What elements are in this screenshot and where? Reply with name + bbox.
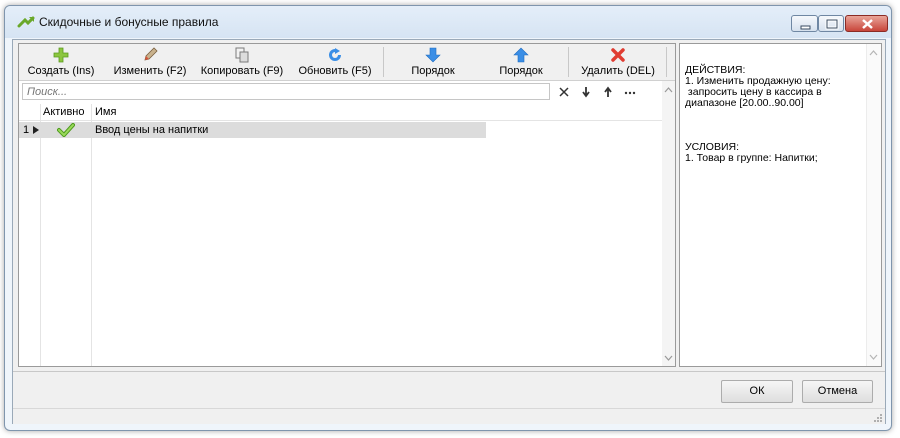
find-next-icon[interactable] <box>579 85 593 99</box>
column-divider <box>40 104 41 366</box>
scroll-down-icon[interactable] <box>867 352 880 362</box>
scroll-up-icon[interactable] <box>867 48 880 58</box>
percent-tag-icon <box>17 16 35 28</box>
delete-x-icon <box>611 48 625 62</box>
close-button[interactable] <box>845 15 888 32</box>
table-row[interactable]: 1 Ввод цены на напитки <box>19 122 486 138</box>
search-bar <box>19 81 662 103</box>
arrow-down-icon <box>425 47 441 63</box>
actions-line: диапазоне [20.00..90.00] <box>685 97 804 109</box>
rules-table: Активно Имя 1 Ввод цены на напитки <box>19 104 662 366</box>
column-divider <box>91 104 92 366</box>
create-label: Создать (Ins) <box>27 65 95 77</box>
minimize-icon <box>800 25 811 30</box>
create-button[interactable]: Создать (Ins) <box>23 46 99 78</box>
refresh-icon <box>329 48 343 61</box>
conditions-line: 1. Товар в группе: Напитки; <box>685 152 818 164</box>
delete-label: Удалить (DEL) <box>581 65 655 77</box>
dialog-window: Скидочные и бонусные правила Создать (In… <box>4 5 892 431</box>
window-title: Скидочные и бонусные правила <box>39 15 219 29</box>
close-icon <box>862 19 873 29</box>
toolbar-separator <box>383 47 384 77</box>
table-scrollbar[interactable] <box>662 81 675 366</box>
details-scrollbar[interactable] <box>866 44 881 366</box>
footer-divider <box>13 371 885 372</box>
find-previous-icon[interactable] <box>601 85 615 99</box>
pencil-icon <box>144 47 158 61</box>
edit-button[interactable]: Изменить (F2) <box>107 46 193 78</box>
header-divider <box>19 120 662 121</box>
refresh-label: Обновить (F5) <box>298 65 372 77</box>
order-down-label: Порядок <box>411 65 455 77</box>
order-down-button[interactable]: Порядок <box>391 46 475 78</box>
title-bar[interactable]: Скидочные и бонусные правила <box>5 6 891 38</box>
rules-panel: Создать (Ins) Изменить (F2) Копировать (… <box>18 43 676 367</box>
toolbar-separator <box>568 47 569 77</box>
minimize-button[interactable] <box>791 15 818 32</box>
resize-grip-icon[interactable] <box>873 413 883 423</box>
toolbar: Создать (Ins) Изменить (F2) Копировать (… <box>19 44 675 81</box>
scroll-down-icon[interactable] <box>662 353 675 363</box>
checkmark-icon[interactable] <box>57 123 75 137</box>
clear-search-icon[interactable] <box>557 85 571 99</box>
refresh-button[interactable]: Обновить (F5) <box>291 46 379 78</box>
ok-button[interactable]: ОК <box>721 380 793 403</box>
rule-details-panel: ДЕЙСТВИЯ: 1. Изменить продажную цену: за… <box>679 43 882 367</box>
row-index: 1 <box>23 124 30 136</box>
row-pointer-icon <box>33 126 39 134</box>
cancel-button[interactable]: Отмена <box>802 380 873 403</box>
column-header-active[interactable]: Активно <box>43 104 85 120</box>
plus-icon <box>53 47 69 63</box>
order-up-label: Порядок <box>499 65 543 77</box>
arrow-up-icon <box>513 47 529 63</box>
dialog-content: Создать (Ins) Изменить (F2) Копировать (… <box>12 39 886 424</box>
row-name: Ввод цены на напитки <box>95 124 209 136</box>
scroll-up-icon[interactable] <box>662 85 675 95</box>
toolbar-separator <box>666 47 667 77</box>
delete-button[interactable]: Удалить (DEL) <box>573 46 663 78</box>
more-options-icon[interactable] <box>623 85 637 99</box>
copy-label: Копировать (F9) <box>200 65 284 77</box>
order-up-button[interactable]: Порядок <box>479 46 563 78</box>
search-input[interactable] <box>22 83 550 100</box>
copy-button[interactable]: Копировать (F9) <box>197 46 287 78</box>
copy-icon <box>235 47 249 63</box>
column-header-name[interactable]: Имя <box>95 104 116 120</box>
status-bar <box>13 408 885 424</box>
maximize-icon <box>825 18 839 30</box>
maximize-button[interactable] <box>818 15 844 32</box>
edit-label: Изменить (F2) <box>113 65 187 77</box>
